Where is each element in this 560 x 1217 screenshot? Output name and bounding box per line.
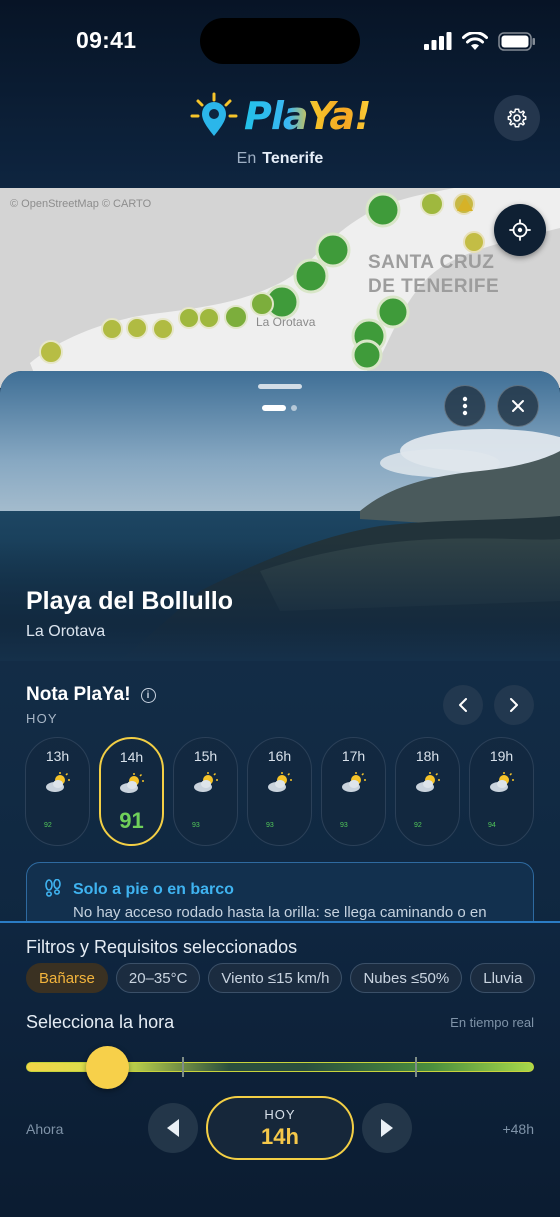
chevron-right-icon bbox=[510, 698, 518, 712]
info-icon[interactable]: i bbox=[140, 687, 156, 703]
region-prefix: En bbox=[236, 150, 257, 167]
beach-name: Playa del Bollullo bbox=[26, 587, 233, 615]
hour-score: 93 bbox=[266, 822, 274, 829]
chip-temperature[interactable]: 20–35°C bbox=[115, 963, 201, 993]
hour-card-17h[interactable]: 17h 93 bbox=[321, 737, 386, 846]
app-logo: PlaYa! bbox=[190, 92, 371, 140]
hour-selector-title: Selecciona la hora bbox=[26, 1012, 175, 1032]
slider-end-label: +48h bbox=[502, 1121, 534, 1137]
slider-day-tick bbox=[182, 1057, 184, 1077]
chevron-left-icon bbox=[459, 698, 467, 712]
partly-cloudy-icon bbox=[119, 773, 144, 793]
selected-time[interactable]: HOY 14h bbox=[206, 1096, 354, 1160]
partly-cloudy-icon bbox=[267, 772, 292, 792]
hour-card-13h[interactable]: 13h 92 bbox=[25, 737, 90, 846]
locate-me-button[interactable] bbox=[494, 204, 546, 256]
filter-panel: Filtros y Requisitos seleccionados Bañar… bbox=[0, 921, 560, 1217]
more-button[interactable] bbox=[444, 385, 486, 427]
chip-banarse[interactable]: Bañarse bbox=[26, 963, 108, 993]
partly-cloudy-icon bbox=[193, 772, 218, 792]
access-text: No hay acceso rodado hasta la orilla: se… bbox=[73, 904, 487, 921]
hour-score: 93 bbox=[192, 822, 200, 829]
region-name[interactable]: Tenerife bbox=[262, 150, 323, 167]
hour-label: 17h bbox=[341, 748, 366, 764]
partly-cloudy-icon bbox=[489, 772, 514, 792]
partly-cloudy-icon bbox=[341, 772, 366, 792]
triangle-left-icon bbox=[167, 1119, 179, 1137]
hourly-scores: 13h 92 14h 91 15h 93 16h 93 17h 93 18h 9… bbox=[25, 737, 534, 846]
status-time: 09:41 bbox=[76, 27, 137, 53]
hour-score: 92 bbox=[414, 822, 422, 829]
hour-label: 16h bbox=[267, 748, 292, 764]
next-day-button[interactable] bbox=[494, 685, 534, 725]
pager-dot-active bbox=[262, 405, 286, 411]
beach-municipality: La Orotava bbox=[26, 623, 106, 640]
hour-label: 14h bbox=[119, 749, 144, 765]
signal-icon bbox=[424, 32, 452, 50]
access-title: Solo a pie o en barco bbox=[73, 881, 234, 898]
map-city-line2: DE TENERIFE bbox=[368, 276, 500, 297]
map-attribution[interactable]: © OpenStreetMap © CARTO bbox=[10, 198, 151, 210]
beach-sheet: Playa del Bollullo La Orotava Nota PlaYa… bbox=[0, 371, 560, 931]
sheet-grabber[interactable] bbox=[258, 384, 302, 389]
hour-score: 94 bbox=[488, 822, 496, 829]
chip-wind[interactable]: Viento ≤15 km/h bbox=[208, 963, 343, 993]
region-label: En Tenerife bbox=[0, 150, 560, 168]
realtime-toggle[interactable]: En tiempo real bbox=[450, 1015, 534, 1030]
hour-score: 92 bbox=[44, 822, 52, 829]
more-vertical-icon bbox=[462, 396, 468, 416]
chip-rain[interactable]: Lluvia bbox=[470, 963, 536, 993]
status-icons bbox=[424, 30, 536, 52]
partly-cloudy-icon bbox=[45, 772, 70, 792]
app-name: PlaYa! bbox=[244, 94, 371, 138]
filters-title: Filtros y Requisitos seleccionados bbox=[26, 937, 298, 957]
close-button[interactable] bbox=[497, 385, 539, 427]
battery-icon bbox=[498, 31, 535, 51]
chip-clouds[interactable]: Nubes ≤50% bbox=[350, 963, 463, 993]
close-icon bbox=[512, 400, 524, 412]
crosshair-icon bbox=[509, 219, 531, 241]
sun-pin-icon bbox=[190, 92, 238, 136]
hour-card-14h-selected[interactable]: 14h 91 bbox=[99, 737, 164, 846]
hour-score: 93 bbox=[340, 822, 348, 829]
map-town-label: La Orotava bbox=[256, 315, 316, 329]
photo-pager[interactable] bbox=[262, 405, 297, 411]
triangle-right-icon bbox=[381, 1119, 393, 1137]
hour-label: 15h bbox=[193, 748, 218, 764]
app-header: 09:41 PlaYa! En Tenerife bbox=[0, 0, 560, 190]
dynamic-island bbox=[200, 18, 360, 64]
time-slider-thumb[interactable] bbox=[86, 1046, 130, 1089]
hour-label: 13h bbox=[45, 748, 70, 764]
pager-dot bbox=[291, 405, 297, 411]
hour-card-16h[interactable]: 16h 93 bbox=[247, 737, 312, 846]
map-view[interactable]: © OpenStreetMap © CARTO SANTA CRUZ DE TE… bbox=[0, 188, 560, 388]
map-city-line1: SANTA CRUZ bbox=[368, 252, 495, 273]
prev-hour-button[interactable] bbox=[148, 1103, 198, 1153]
wifi-icon bbox=[462, 31, 488, 50]
map-city-label: SANTA CRUZ DE TENERIFE bbox=[368, 251, 499, 299]
filter-chips: Bañarse 20–35°C Viento ≤15 km/h Nubes ≤5… bbox=[26, 963, 560, 993]
nota-day: HOY bbox=[26, 711, 58, 726]
selected-hour: 14h bbox=[261, 1124, 299, 1149]
slider-start-label: Ahora bbox=[26, 1121, 64, 1137]
gear-icon bbox=[507, 108, 527, 128]
footprints-icon bbox=[45, 879, 61, 897]
slider-day-tick bbox=[415, 1057, 417, 1077]
hour-card-15h[interactable]: 15h 93 bbox=[173, 737, 238, 846]
next-hour-button[interactable] bbox=[362, 1103, 412, 1153]
nota-title: Nota PlaYa! bbox=[26, 684, 131, 705]
hour-card-18h[interactable]: 18h 92 bbox=[395, 737, 460, 846]
selected-day: HOY bbox=[264, 1107, 296, 1122]
nota-header: Nota PlaYa! i bbox=[26, 684, 156, 706]
settings-button[interactable] bbox=[494, 95, 540, 141]
prev-day-button[interactable] bbox=[443, 685, 483, 725]
hour-label: 18h bbox=[415, 748, 440, 764]
partly-cloudy-icon bbox=[415, 772, 440, 792]
hour-label: 19h bbox=[489, 748, 514, 764]
hour-score: 91 bbox=[119, 808, 144, 833]
hour-card-19h[interactable]: 19h 94 bbox=[469, 737, 534, 846]
